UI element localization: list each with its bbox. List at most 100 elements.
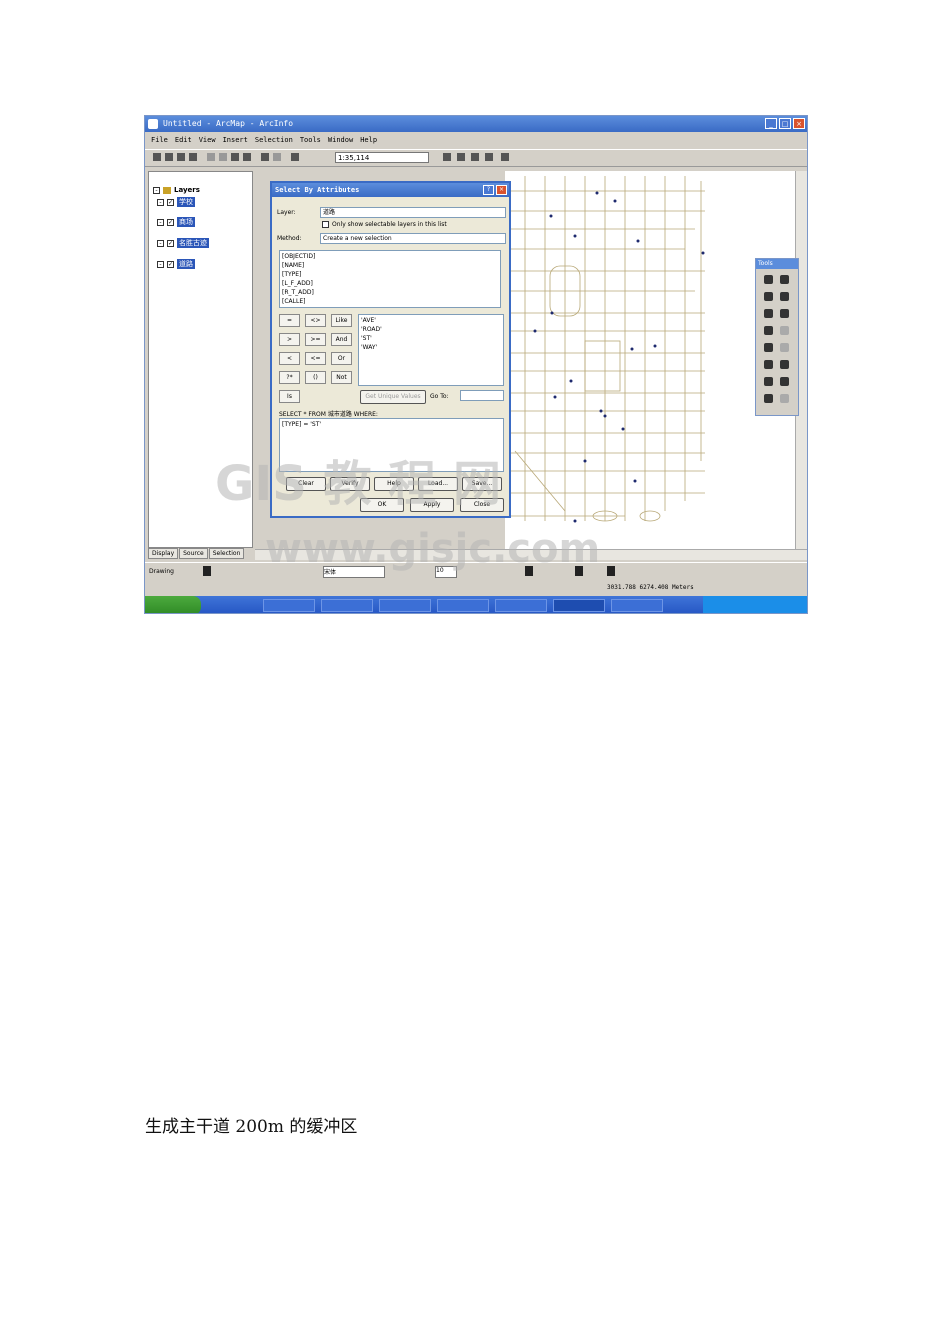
dialog-close-button[interactable]: × — [496, 185, 507, 195]
open-icon[interactable] — [165, 153, 173, 161]
clear-selection-icon[interactable] — [780, 343, 789, 352]
identify-icon[interactable] — [780, 360, 789, 369]
goto-input[interactable] — [460, 390, 504, 401]
font-color-icon[interactable] — [525, 566, 533, 576]
save-button[interactable]: Save... — [462, 477, 502, 491]
checkbox-icon[interactable]: ✓ — [167, 198, 174, 206]
checkbox-icon[interactable]: ✓ — [167, 239, 174, 247]
find-icon[interactable] — [764, 377, 773, 386]
help-button[interactable]: Help — [374, 477, 414, 491]
menu-edit[interactable]: Edit — [175, 133, 192, 147]
copy-icon[interactable] — [219, 153, 227, 161]
unique-values-list[interactable]: 'AVE' 'ROAD' 'ST' 'WAY' — [358, 314, 504, 386]
delete-icon[interactable] — [243, 153, 251, 161]
select-arrow-icon[interactable] — [203, 566, 211, 576]
list-item[interactable]: 'AVE' — [361, 316, 501, 325]
hyperlink-icon[interactable] — [780, 394, 789, 403]
expand-icon[interactable]: - — [157, 198, 164, 206]
taskbar-button[interactable] — [379, 599, 431, 612]
map-horizontal-scrollbar[interactable] — [255, 549, 807, 560]
expand-icon[interactable]: - — [157, 239, 164, 247]
list-item[interactable]: [CALLE] — [282, 297, 498, 306]
menu-selection[interactable]: Selection — [255, 133, 293, 147]
op-wildcard-button[interactable]: ?* — [279, 371, 300, 384]
add-data-icon[interactable] — [291, 153, 299, 161]
query-textarea[interactable]: [TYPE] = 'ST' — [279, 418, 504, 472]
toc-root[interactable]: - Layers — [153, 186, 200, 194]
get-unique-values-button[interactable]: Get Unique Values — [360, 390, 426, 404]
op-less-button[interactable]: < — [279, 352, 300, 365]
paste-icon[interactable] — [231, 153, 239, 161]
dialog-close-text-button[interactable]: Close — [460, 498, 504, 512]
line-color-icon[interactable] — [575, 566, 583, 576]
taskbar-button[interactable] — [321, 599, 373, 612]
save-icon[interactable] — [177, 153, 185, 161]
catalog-icon[interactable] — [471, 153, 479, 161]
menu-tools[interactable]: Tools — [300, 133, 321, 147]
list-item[interactable]: 'ST' — [361, 334, 501, 343]
pan-icon[interactable] — [764, 309, 773, 318]
menu-insert[interactable]: Insert — [223, 133, 248, 147]
zoom-in-icon[interactable] — [764, 275, 773, 284]
menu-window[interactable]: Window — [328, 133, 353, 147]
dialog-help-button[interactable]: ? — [483, 185, 494, 195]
taskbar-button[interactable] — [611, 599, 663, 612]
list-item[interactable]: 'ROAD' — [361, 325, 501, 334]
back-icon[interactable] — [764, 326, 773, 335]
op-like-button[interactable]: Like — [331, 314, 352, 327]
full-extent-icon[interactable] — [780, 309, 789, 318]
font-combo[interactable]: 宋体 — [323, 566, 385, 578]
taskbar-button[interactable] — [495, 599, 547, 612]
selectable-only-checkbox[interactable] — [322, 221, 329, 228]
editor-icon[interactable] — [443, 153, 451, 161]
layer-combo[interactable]: 道路 — [320, 207, 506, 218]
forward-icon[interactable] — [780, 326, 789, 335]
go-to-xy-icon[interactable] — [764, 394, 773, 403]
select-elements-icon[interactable] — [764, 360, 773, 369]
undo-icon[interactable] — [261, 153, 269, 161]
start-button[interactable] — [145, 596, 201, 613]
fields-list[interactable]: [OBJECTID] [NAME] [TYPE] [L_F_ADD] [R_T_… — [279, 250, 501, 308]
menu-file[interactable]: File — [151, 133, 168, 147]
list-item[interactable]: [L_F_ADD] — [282, 279, 498, 288]
cut-icon[interactable] — [207, 153, 215, 161]
expand-icon[interactable]: - — [157, 260, 164, 268]
tab-selection[interactable]: Selection — [208, 548, 245, 559]
marker-color-icon[interactable] — [607, 566, 615, 576]
ok-button[interactable]: OK — [360, 498, 404, 512]
toc-layer-school[interactable]: - ✓ 学校 — [157, 197, 195, 207]
font-size-combo[interactable]: 10 — [435, 566, 457, 578]
list-item[interactable]: 'WAY' — [361, 343, 501, 352]
tab-display[interactable]: Display — [148, 548, 179, 559]
clear-button[interactable]: Clear — [286, 477, 326, 491]
op-not-button[interactable]: Not — [331, 371, 352, 384]
checkbox-icon[interactable]: ✓ — [167, 260, 174, 268]
op-parentheses-button[interactable]: () — [305, 371, 326, 384]
load-button[interactable]: Load... — [418, 477, 458, 491]
menu-help[interactable]: Help — [360, 133, 377, 147]
op-greater-button[interactable]: > — [279, 333, 300, 346]
op-less-equal-button[interactable]: <= — [305, 352, 326, 365]
toc-layer-scenic[interactable]: - ✓ 名胜古迹 — [157, 238, 209, 248]
minimize-button[interactable]: _ — [765, 118, 777, 129]
expand-icon[interactable]: - — [157, 218, 164, 226]
whats-this-icon[interactable] — [501, 153, 509, 161]
fixed-zoom-out-icon[interactable] — [780, 292, 789, 301]
zoom-out-icon[interactable] — [780, 275, 789, 284]
close-button[interactable]: × — [793, 118, 805, 129]
op-not-equal-button[interactable]: <> — [305, 314, 326, 327]
maximize-button[interactable]: □ — [779, 118, 791, 129]
list-item[interactable]: [OBJECTID] — [282, 252, 498, 261]
toc-layer-mall[interactable]: - ✓ 商场 — [157, 217, 195, 227]
taskbar-button[interactable] — [437, 599, 489, 612]
toc-layer-road[interactable]: - ✓ 道路 — [157, 259, 195, 269]
taskbar-button-active[interactable] — [553, 599, 605, 612]
apply-button[interactable]: Apply — [410, 498, 454, 512]
map-scale-input[interactable]: 1:35,114 — [335, 152, 429, 163]
measure-icon[interactable] — [780, 377, 789, 386]
drawing-menu[interactable]: Drawing — [149, 568, 174, 575]
op-and-button[interactable]: And — [331, 333, 352, 346]
window-icon[interactable] — [485, 153, 493, 161]
list-item[interactable]: [NAME] — [282, 261, 498, 270]
verify-button[interactable]: Verify — [330, 477, 370, 491]
